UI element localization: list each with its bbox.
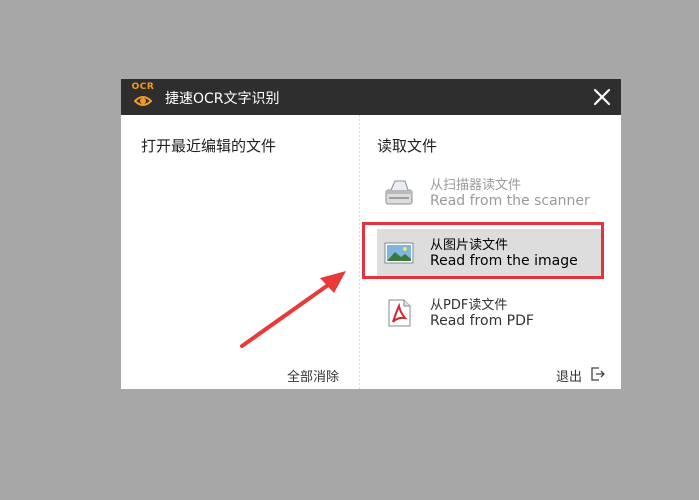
annotation-arrow-icon xyxy=(240,271,346,348)
